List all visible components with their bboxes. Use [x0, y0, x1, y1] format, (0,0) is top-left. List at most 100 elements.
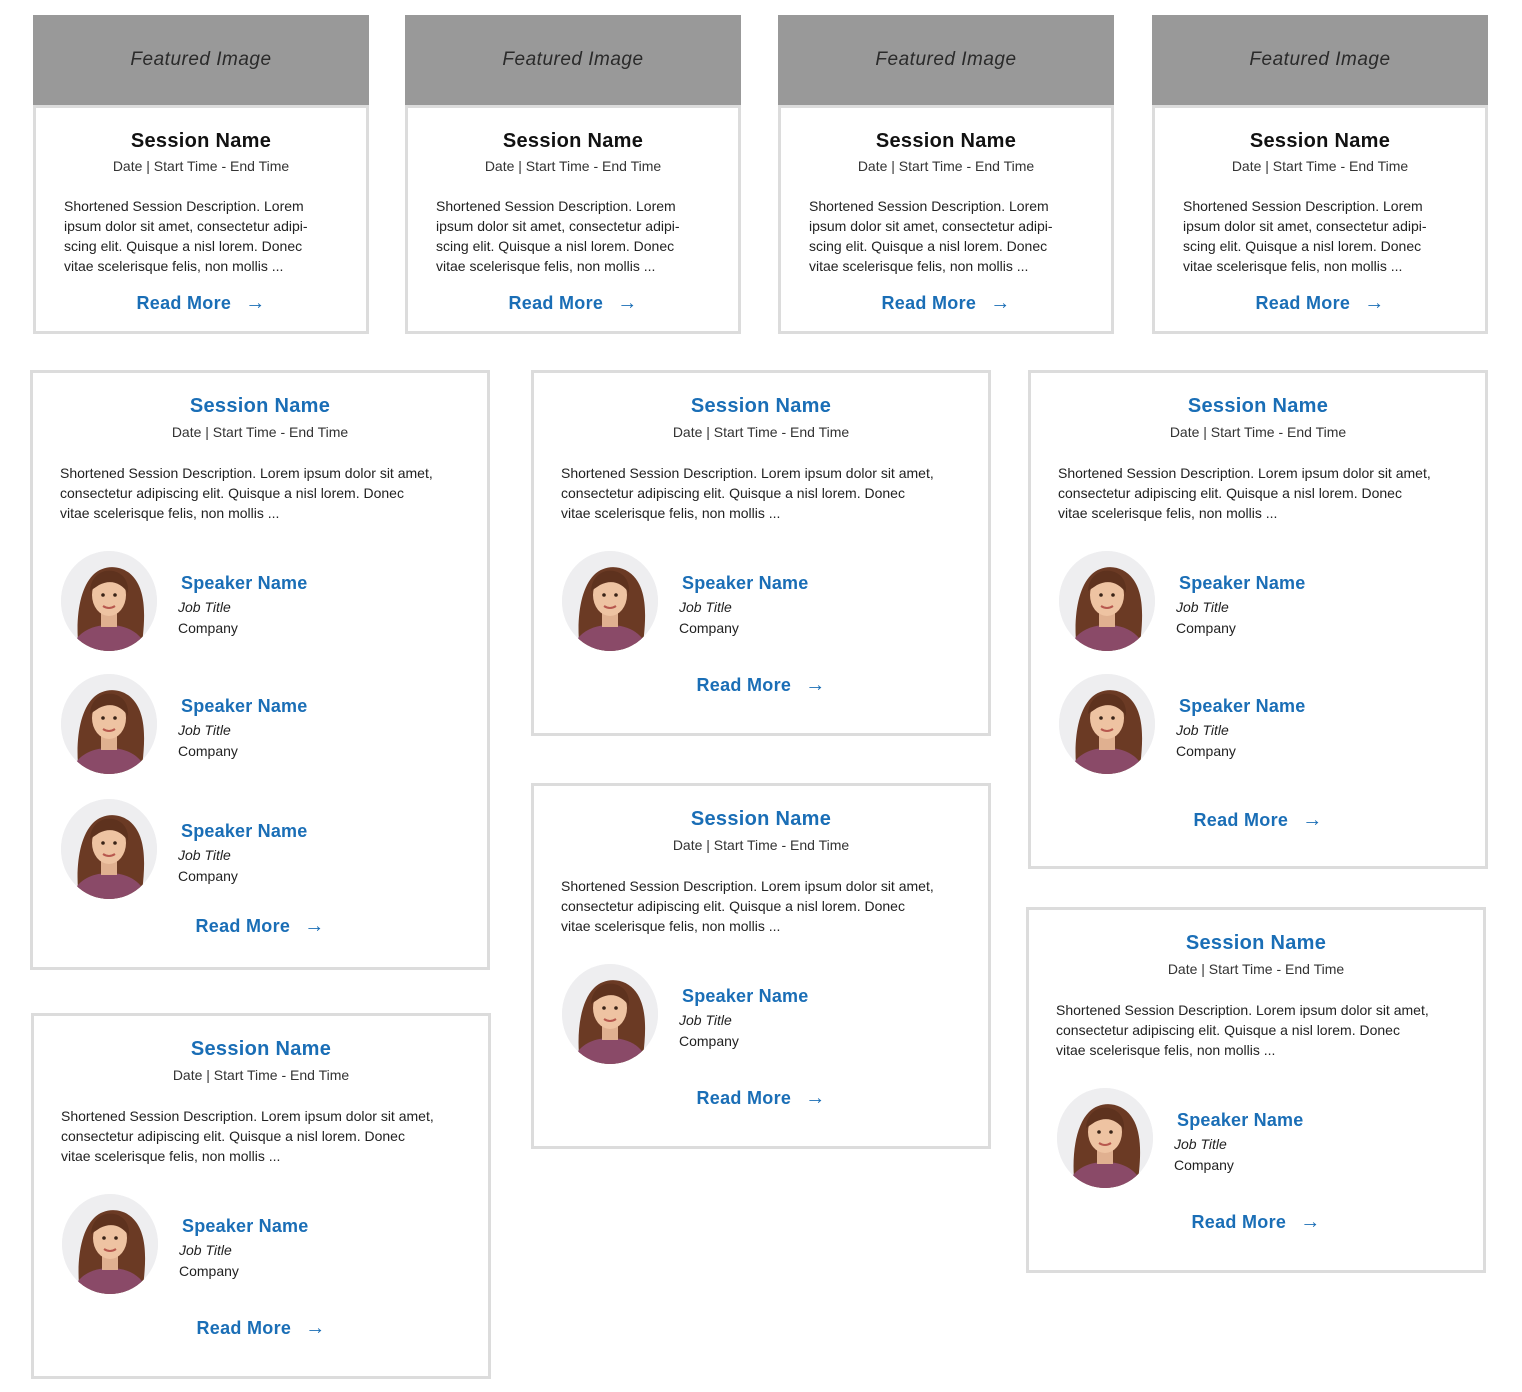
session-title[interactable]: Session Name: [36, 130, 366, 153]
read-more-link[interactable]: Read More →: [534, 1087, 988, 1110]
read-more-link[interactable]: Read More →: [1031, 809, 1485, 832]
speaker-portrait-icon: [1059, 551, 1155, 651]
session-title[interactable]: Session Name: [534, 808, 988, 831]
read-more-link[interactable]: Read More →: [1029, 1211, 1483, 1234]
read-more-link[interactable]: Read More →: [408, 292, 738, 315]
speaker-avatar: [1059, 551, 1155, 651]
featured-image-placeholder: Featured Image: [33, 15, 369, 105]
speaker-avatar: [61, 674, 157, 774]
speaker-job-title: Job Title: [179, 1242, 232, 1258]
speaker-name[interactable]: Speaker Name: [181, 696, 307, 717]
session-card-with-speakers: Session Name Date | Start Time - End Tim…: [1026, 907, 1486, 1273]
speaker-name[interactable]: Speaker Name: [1177, 1110, 1303, 1131]
speaker-avatar: [562, 964, 658, 1064]
featured-image-placeholder: Featured Image: [405, 15, 741, 105]
speaker-portrait-icon: [61, 799, 157, 899]
speaker-item: Speaker Name Job Title Company: [1031, 551, 1485, 651]
session-description: Shortened Session Description. Lorem ipsu…: [1183, 198, 1427, 274]
session-description: Shortened Session Description. Lorem ips…: [561, 465, 934, 521]
arrow-right-icon: →: [990, 292, 1011, 314]
read-more-link[interactable]: Read More →: [34, 1317, 488, 1340]
speaker-name[interactable]: Speaker Name: [1179, 696, 1305, 717]
session-title[interactable]: Session Name: [534, 395, 988, 418]
session-meta: Date | Start Time - End Time: [171, 424, 349, 440]
session-title[interactable]: Session Name: [781, 130, 1111, 153]
session-description: Shortened Session Description. Lorem ips…: [61, 1108, 434, 1164]
speaker-job-title: Job Title: [1174, 1136, 1227, 1152]
speaker-item: Speaker Name Job Title Company: [534, 964, 988, 1064]
speaker-company: Company: [178, 743, 238, 759]
speaker-portrait-icon: [1059, 674, 1155, 774]
read-more-link[interactable]: Read More →: [781, 292, 1111, 315]
session-description: Shortened Session Description. Lorem ips…: [561, 878, 934, 934]
speaker-avatar: [61, 799, 157, 899]
speaker-name[interactable]: Speaker Name: [1179, 573, 1305, 594]
arrow-right-icon: →: [1364, 292, 1385, 314]
arrow-right-icon: →: [245, 292, 266, 314]
read-more-link[interactable]: Read More →: [1155, 292, 1485, 315]
featured-session-card: Featured Image Session Name Date | Start…: [405, 15, 741, 334]
speaker-job-title: Job Title: [178, 722, 231, 738]
session-description: Shortened Session Description. Lorem ipsu…: [436, 198, 680, 274]
speaker-item: Speaker Name Job Title Company: [34, 1194, 488, 1294]
session-card-with-speakers: Session Name Date | Start Time - End Tim…: [31, 1013, 491, 1379]
speaker-company: Company: [679, 1033, 739, 1049]
speaker-portrait-icon: [562, 551, 658, 651]
featured-image-placeholder: Featured Image: [778, 15, 1114, 105]
session-title[interactable]: Session Name: [1029, 932, 1483, 955]
speaker-item: Speaker Name Job Title Company: [1029, 1088, 1483, 1188]
session-description: Shortened Session Description. Lorem ips…: [60, 465, 433, 521]
session-title[interactable]: Session Name: [1031, 395, 1485, 418]
read-more-link[interactable]: Read More →: [36, 292, 366, 315]
session-description: Shortened Session Description. Lorem ips…: [1056, 1002, 1429, 1058]
speaker-company: Company: [1174, 1157, 1234, 1173]
speaker-name[interactable]: Speaker Name: [181, 573, 307, 594]
session-meta: Date | Start Time - End Time: [1167, 961, 1345, 977]
speaker-item: Speaker Name Job Title Company: [1031, 674, 1485, 774]
speaker-name[interactable]: Speaker Name: [682, 573, 808, 594]
session-card-with-speakers: Session Name Date | Start Time - End Tim…: [1028, 370, 1488, 869]
speaker-portrait-icon: [562, 964, 658, 1064]
arrow-right-icon: →: [617, 292, 638, 314]
speaker-name[interactable]: Speaker Name: [682, 986, 808, 1007]
arrow-right-icon: →: [805, 674, 826, 696]
session-title[interactable]: Session Name: [34, 1038, 488, 1061]
session-description: Shortened Session Description. Lorem ipsu…: [64, 198, 308, 274]
session-title[interactable]: Session Name: [33, 395, 487, 418]
arrow-right-icon: →: [805, 1087, 826, 1109]
session-meta: Date | Start Time - End Time: [857, 158, 1035, 174]
speaker-company: Company: [178, 620, 238, 636]
speaker-job-title: Job Title: [679, 599, 732, 615]
speaker-portrait-icon: [1057, 1088, 1153, 1188]
speaker-portrait-icon: [61, 674, 157, 774]
speaker-avatar: [1059, 674, 1155, 774]
speaker-item: Speaker Name Job Title Company: [33, 799, 487, 899]
featured-session-card: Featured Image Session Name Date | Start…: [778, 15, 1114, 334]
session-description: Shortened Session Description. Lorem ips…: [1058, 465, 1431, 521]
session-description: Shortened Session Description. Lorem ipsu…: [809, 198, 1053, 274]
speaker-name[interactable]: Speaker Name: [182, 1216, 308, 1237]
session-meta: Date | Start Time - End Time: [1231, 158, 1409, 174]
session-card-with-speakers: Session Name Date | Start Time - End Tim…: [531, 370, 991, 736]
arrow-right-icon: →: [1302, 809, 1323, 831]
session-title[interactable]: Session Name: [408, 130, 738, 153]
read-more-link[interactable]: Read More →: [33, 915, 487, 938]
read-more-link[interactable]: Read More →: [534, 674, 988, 697]
arrow-right-icon: →: [305, 1317, 326, 1339]
speaker-job-title: Job Title: [1176, 722, 1229, 738]
speaker-name[interactable]: Speaker Name: [181, 821, 307, 842]
featured-image-label: Featured Image: [130, 49, 272, 70]
arrow-right-icon: →: [1300, 1211, 1321, 1233]
featured-image-label: Featured Image: [1249, 49, 1391, 70]
featured-session-card: Featured Image Session Name Date | Start…: [1152, 15, 1488, 334]
speaker-company: Company: [178, 868, 238, 884]
arrow-right-icon: →: [304, 915, 325, 937]
speaker-avatar: [61, 551, 157, 651]
speaker-company: Company: [1176, 743, 1236, 759]
speaker-job-title: Job Title: [679, 1012, 732, 1028]
speaker-item: Speaker Name Job Title Company: [33, 674, 487, 774]
session-title[interactable]: Session Name: [1155, 130, 1485, 153]
speaker-job-title: Job Title: [1176, 599, 1229, 615]
speaker-avatar: [62, 1194, 158, 1294]
speaker-avatar: [1057, 1088, 1153, 1188]
